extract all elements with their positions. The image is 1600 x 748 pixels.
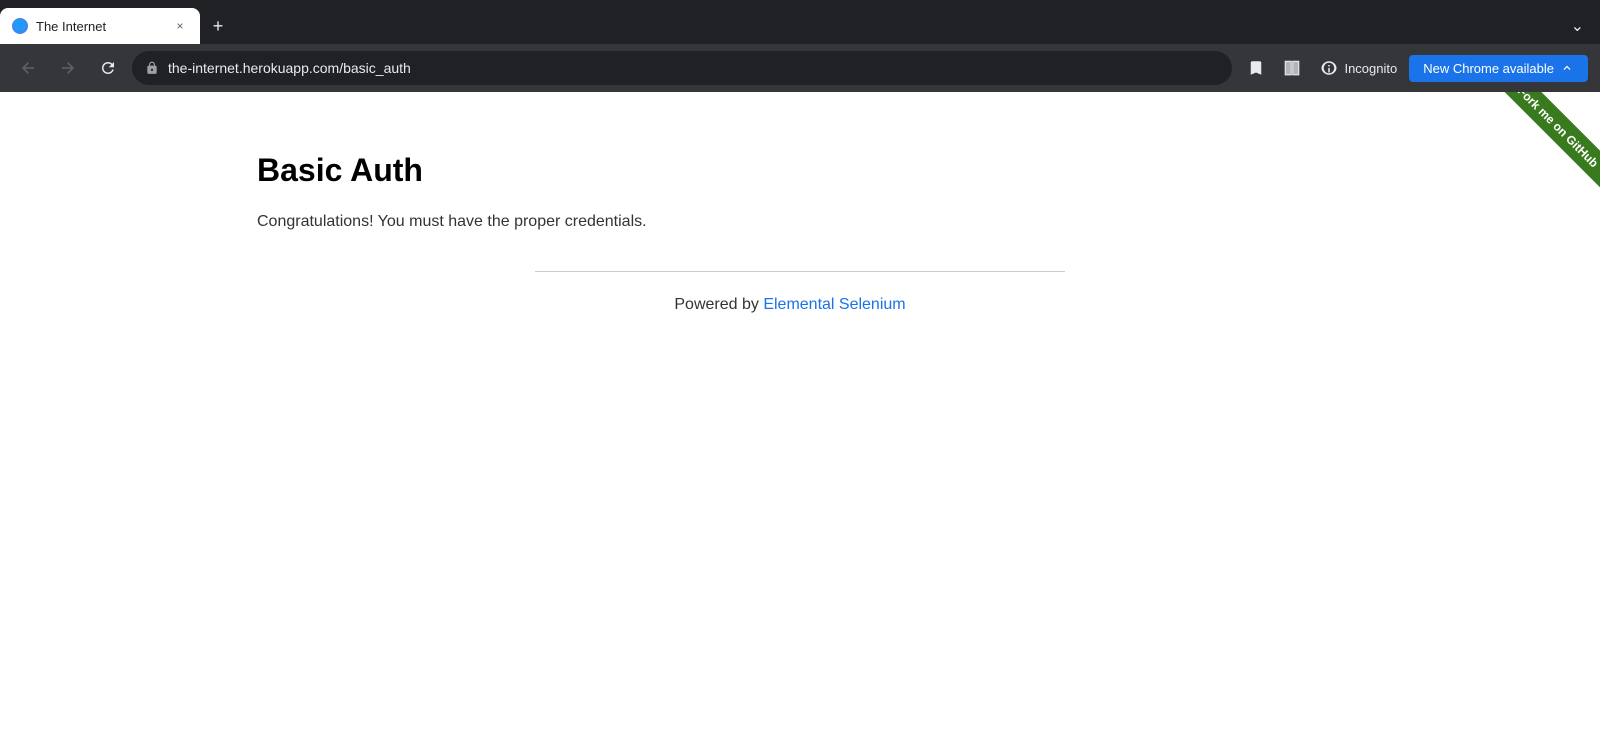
incognito-button[interactable]: Incognito xyxy=(1312,55,1405,81)
back-icon xyxy=(19,59,37,77)
bookmark-button[interactable] xyxy=(1240,52,1272,84)
page-title: Basic Auth xyxy=(257,152,1600,189)
active-tab[interactable]: 🌐 The Internet × xyxy=(0,8,200,44)
main-content: Basic Auth Congratulations! You must hav… xyxy=(0,92,1600,231)
page-subtext: Congratulations! You must have the prope… xyxy=(257,213,1600,231)
forward-icon xyxy=(59,59,77,77)
incognito-icon xyxy=(1320,59,1338,77)
tab-bar: 🌐 The Internet × + ⌄ xyxy=(0,0,1600,44)
incognito-label: Incognito xyxy=(1344,61,1397,76)
address-bar[interactable]: the-internet.herokuapp.com/basic_auth xyxy=(132,51,1232,85)
back-button[interactable] xyxy=(12,52,44,84)
split-tab-button[interactable] xyxy=(1276,52,1308,84)
reload-button[interactable] xyxy=(92,52,124,84)
new-chrome-menu-icon xyxy=(1560,61,1574,75)
new-chrome-label: New Chrome available xyxy=(1423,61,1554,76)
tab-title: The Internet xyxy=(36,19,164,34)
url-text: the-internet.herokuapp.com/basic_auth xyxy=(168,60,1220,76)
toolbar: the-internet.herokuapp.com/basic_auth xyxy=(0,44,1600,92)
toolbar-actions: Incognito New Chrome available xyxy=(1240,52,1588,84)
powered-by: Powered by Elemental Selenium xyxy=(0,296,1580,314)
browser-chrome: 🌐 The Internet × + ⌄ xyxy=(0,0,1600,92)
new-chrome-button[interactable]: New Chrome available xyxy=(1409,55,1588,82)
page-content: Basic Auth Congratulations! You must hav… xyxy=(0,92,1600,748)
lock-icon xyxy=(145,61,159,75)
powered-by-prefix: Powered by xyxy=(674,296,763,313)
window-dropdown-button[interactable]: ⌄ xyxy=(1563,12,1592,40)
window-controls: ⌄ xyxy=(1563,12,1600,44)
split-tab-icon xyxy=(1283,59,1301,77)
forward-button[interactable] xyxy=(52,52,84,84)
bookmark-icon xyxy=(1247,59,1265,77)
tab-close-button[interactable]: × xyxy=(172,18,188,34)
new-tab-button[interactable]: + xyxy=(204,12,232,40)
reload-icon xyxy=(99,59,117,77)
site-info-icon[interactable] xyxy=(144,60,160,76)
divider xyxy=(535,271,1065,272)
tab-favicon: 🌐 xyxy=(12,18,28,34)
elemental-selenium-link[interactable]: Elemental Selenium xyxy=(763,296,905,313)
